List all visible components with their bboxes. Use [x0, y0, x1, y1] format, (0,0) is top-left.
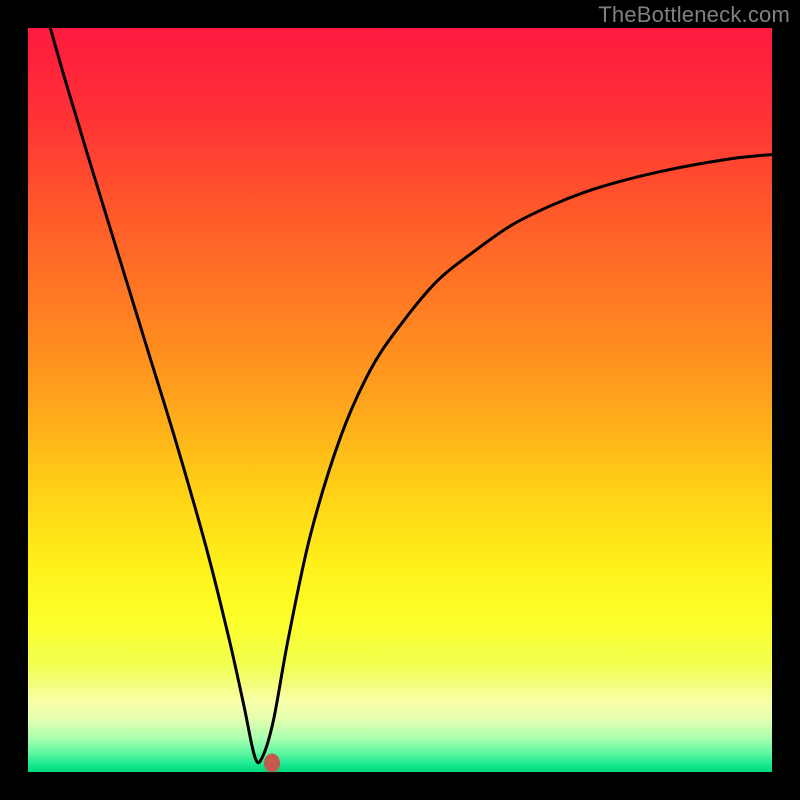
plot-area [28, 28, 772, 772]
optimum-marker [264, 754, 280, 772]
bottleneck-curve [50, 28, 772, 763]
curve-layer [28, 28, 772, 772]
watermark-text: TheBottleneck.com [598, 2, 790, 28]
chart-frame: TheBottleneck.com [0, 0, 800, 800]
